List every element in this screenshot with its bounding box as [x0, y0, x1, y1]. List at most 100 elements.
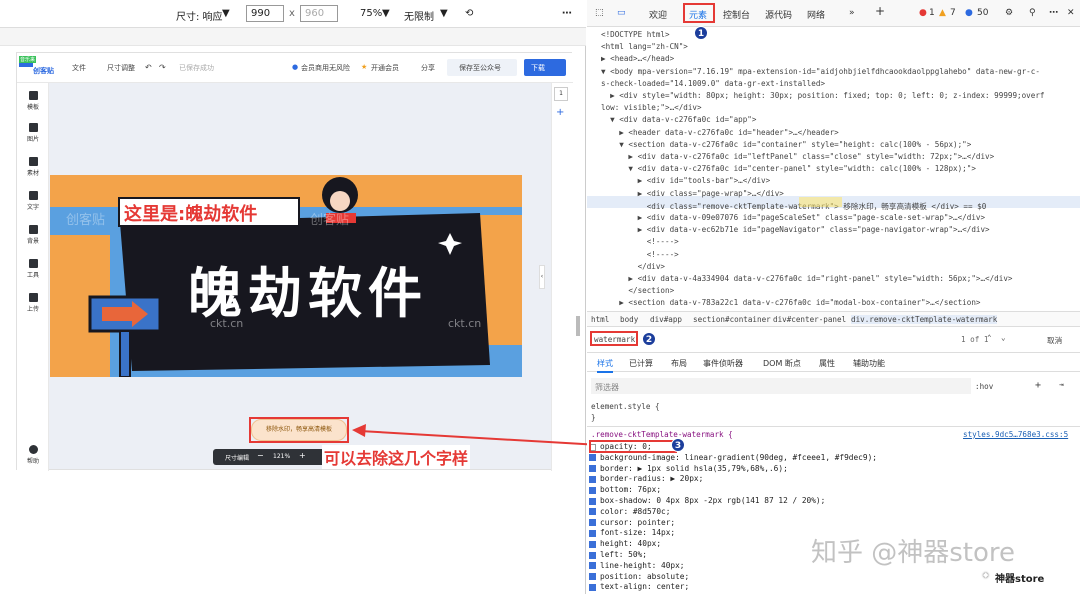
css-property[interactable]: font-size: 14px; [589, 528, 675, 537]
property-checkbox[interactable] [589, 519, 596, 527]
error-icon: ● [919, 8, 927, 18]
css-property[interactable]: position: absolute; [589, 572, 689, 581]
close-icon[interactable]: ✕ [1067, 8, 1075, 18]
property-checkbox[interactable] [589, 486, 596, 494]
pane-resize-handle[interactable] [576, 316, 580, 336]
tab-event-listeners[interactable]: 事件侦听器 [703, 358, 743, 369]
add-tab-icon[interactable]: + [875, 4, 885, 18]
element-style-close: } [591, 413, 596, 422]
css-property[interactable]: color: #8d570c; [589, 507, 670, 516]
dom-line[interactable]: <div class="remove-cktTemplate-watermark… [601, 201, 987, 212]
property-checkbox[interactable] [589, 583, 596, 591]
property-text: line-height: 40px; [600, 560, 685, 570]
breadcrumb-item[interactable]: section#container [693, 315, 771, 324]
css-property[interactable]: left: 50%; [589, 550, 647, 559]
dom-line[interactable]: ▶ <div data-v-09e07076 id="pageScaleSet"… [601, 213, 985, 222]
filter-input[interactable] [591, 378, 971, 394]
dom-line[interactable]: ▶ <section data-v-783a22c1 data-v-c276fa… [601, 298, 980, 307]
step-badge-3: 3 [671, 438, 685, 452]
brand-watermark: 神器store [995, 574, 1045, 585]
dom-line[interactable]: ▶ <header data-v-c276fa0c id="header">…<… [601, 128, 838, 137]
tab-sources[interactable]: 源代码 [765, 8, 792, 21]
dom-line[interactable]: low: visible;">…</div> [601, 103, 702, 112]
tab-styles[interactable]: 样式 [597, 358, 613, 373]
toggle-sidebar-icon[interactable]: ⇥ [1059, 380, 1064, 389]
property-checkbox[interactable] [589, 529, 596, 537]
tab-properties[interactable]: 属性 [819, 358, 835, 369]
hover-state-button[interactable]: :hov [975, 382, 993, 391]
property-checkbox[interactable] [589, 551, 596, 559]
tab-network[interactable]: 网络 [807, 8, 825, 21]
dom-line[interactable]: </div> [601, 262, 665, 271]
dom-line[interactable]: ▼ <div data-v-c276fa0c id="app"> [601, 115, 756, 124]
dom-line[interactable]: <!----> [601, 250, 679, 259]
info-count[interactable]: 50 [977, 8, 988, 18]
dom-line[interactable]: ▼ <section data-v-c276fa0c id="container… [601, 140, 971, 149]
dom-line[interactable]: ▶ <div style="width: 80px; height: 30px;… [601, 91, 1044, 100]
dom-line[interactable]: ▼ <div data-v-c276fa0c id="center-panel"… [601, 164, 975, 173]
tab-dom-breakpoints[interactable]: DOM 断点 [763, 358, 801, 369]
property-text: cursor: pointer; [600, 517, 676, 527]
next-match-button[interactable]: ⌄ [1001, 333, 1006, 342]
rule-source-link[interactable]: styles.9dc5…768e3.css:5 [963, 430, 1068, 439]
inspect-icon[interactable]: ⬚ [595, 8, 604, 18]
breadcrumb-item[interactable]: div.remove-cktTemplate-watermark [851, 315, 998, 324]
property-text: border: ▶ 1px solid hsla(35,79%,68%,.6); [600, 463, 788, 473]
breadcrumb-item[interactable]: body [620, 315, 638, 324]
more-options-icon[interactable]: ⋯ [1049, 8, 1058, 18]
property-checkbox[interactable] [589, 475, 596, 483]
property-checkbox[interactable] [589, 508, 596, 516]
dom-line[interactable]: <!DOCTYPE html> [601, 30, 670, 39]
prev-match-button[interactable]: ⌃ [987, 333, 992, 342]
property-checkbox[interactable] [589, 497, 596, 505]
property-checkbox[interactable] [589, 465, 596, 473]
css-property[interactable]: height: 40px; [589, 539, 661, 548]
dom-line[interactable]: ▶ <div data-v-c276fa0c id="leftPanel" cl… [601, 152, 994, 161]
warning-count[interactable]: 7 [950, 8, 956, 18]
property-checkbox[interactable] [589, 562, 596, 570]
dom-line[interactable]: ▶ <div id="tools-bar">…</div> [601, 176, 771, 185]
css-property[interactable]: background-image: linear-gradient(90deg,… [589, 453, 877, 462]
property-checkbox[interactable] [589, 573, 596, 581]
property-text: text-align: center; [600, 582, 690, 592]
property-checkbox[interactable] [589, 454, 596, 462]
tab-console[interactable]: 控制台 [723, 8, 750, 21]
breadcrumb-item[interactable]: html [591, 315, 609, 324]
feedback-icon[interactable]: ⚲ [1029, 8, 1036, 18]
css-property[interactable]: cursor: pointer; [589, 518, 675, 527]
tab-welcome[interactable]: 欢迎 [649, 8, 667, 21]
gear-icon[interactable]: ⚙ [1005, 8, 1013, 18]
rule-selector[interactable]: .remove-cktTemplate-watermark { [591, 430, 733, 439]
dom-line[interactable]: s-check-loaded="14.1009.0" data-gr-ext-i… [601, 79, 825, 88]
css-property[interactable]: box-shadow: 0 4px 8px -2px rgb(141 87 12… [589, 496, 825, 505]
element-style-open[interactable]: element.style { [591, 402, 660, 411]
error-count[interactable]: 1 [929, 8, 935, 18]
breadcrumb-item[interactable]: div#app [650, 315, 682, 324]
breadcrumb-item[interactable]: div#center-panel [773, 315, 846, 324]
dom-line[interactable]: <html lang="zh-CN"> [601, 42, 688, 51]
tab-elements[interactable]: 元素 [689, 8, 707, 21]
device-toggle-icon[interactable]: ▭ [617, 8, 626, 18]
more-tabs-icon[interactable]: » [849, 8, 855, 18]
tab-accessibility[interactable]: 辅助功能 [853, 358, 885, 369]
css-property[interactable]: text-align: center; [589, 582, 689, 591]
add-rule-icon[interactable]: + [1035, 380, 1041, 391]
dom-line[interactable]: ▶ <head>…</head> [601, 54, 674, 63]
dom-line[interactable]: ▶ <div class="page-wrap">…</div> [601, 189, 784, 198]
dom-tree[interactable]: <!DOCTYPE html> <html lang="zh-CN"> ▶ <hea… [587, 29, 1080, 309]
css-property[interactable]: line-height: 40px; [589, 561, 685, 570]
dom-line[interactable]: ▶ <div data-v-ec62b71e id="pageNavigator… [601, 225, 990, 234]
dom-line[interactable]: </section> [601, 286, 674, 295]
tab-computed[interactable]: 已计算 [629, 358, 653, 369]
css-property[interactable]: bottom: 76px; [589, 485, 661, 494]
dom-line[interactable]: <!----> [601, 237, 679, 246]
cancel-search-button[interactable]: 取消 [1047, 335, 1062, 346]
property-text: background-image: linear-gradient(90deg,… [600, 452, 877, 462]
dom-line[interactable]: ▼ <body mpa-version="7.16.19" mpa-extens… [601, 67, 1040, 76]
css-property[interactable]: border-radius: ▶ 20px; [589, 474, 703, 483]
dom-line[interactable]: ▶ <div data-v-4a334904 data-v-c276fa0c i… [601, 274, 1012, 283]
css-property[interactable]: border: ▶ 1px solid hsla(35,79%,68%,.6); [589, 464, 788, 473]
property-text: font-size: 14px; [600, 528, 676, 538]
property-checkbox[interactable] [589, 540, 596, 548]
tab-layout[interactable]: 布局 [671, 358, 687, 369]
